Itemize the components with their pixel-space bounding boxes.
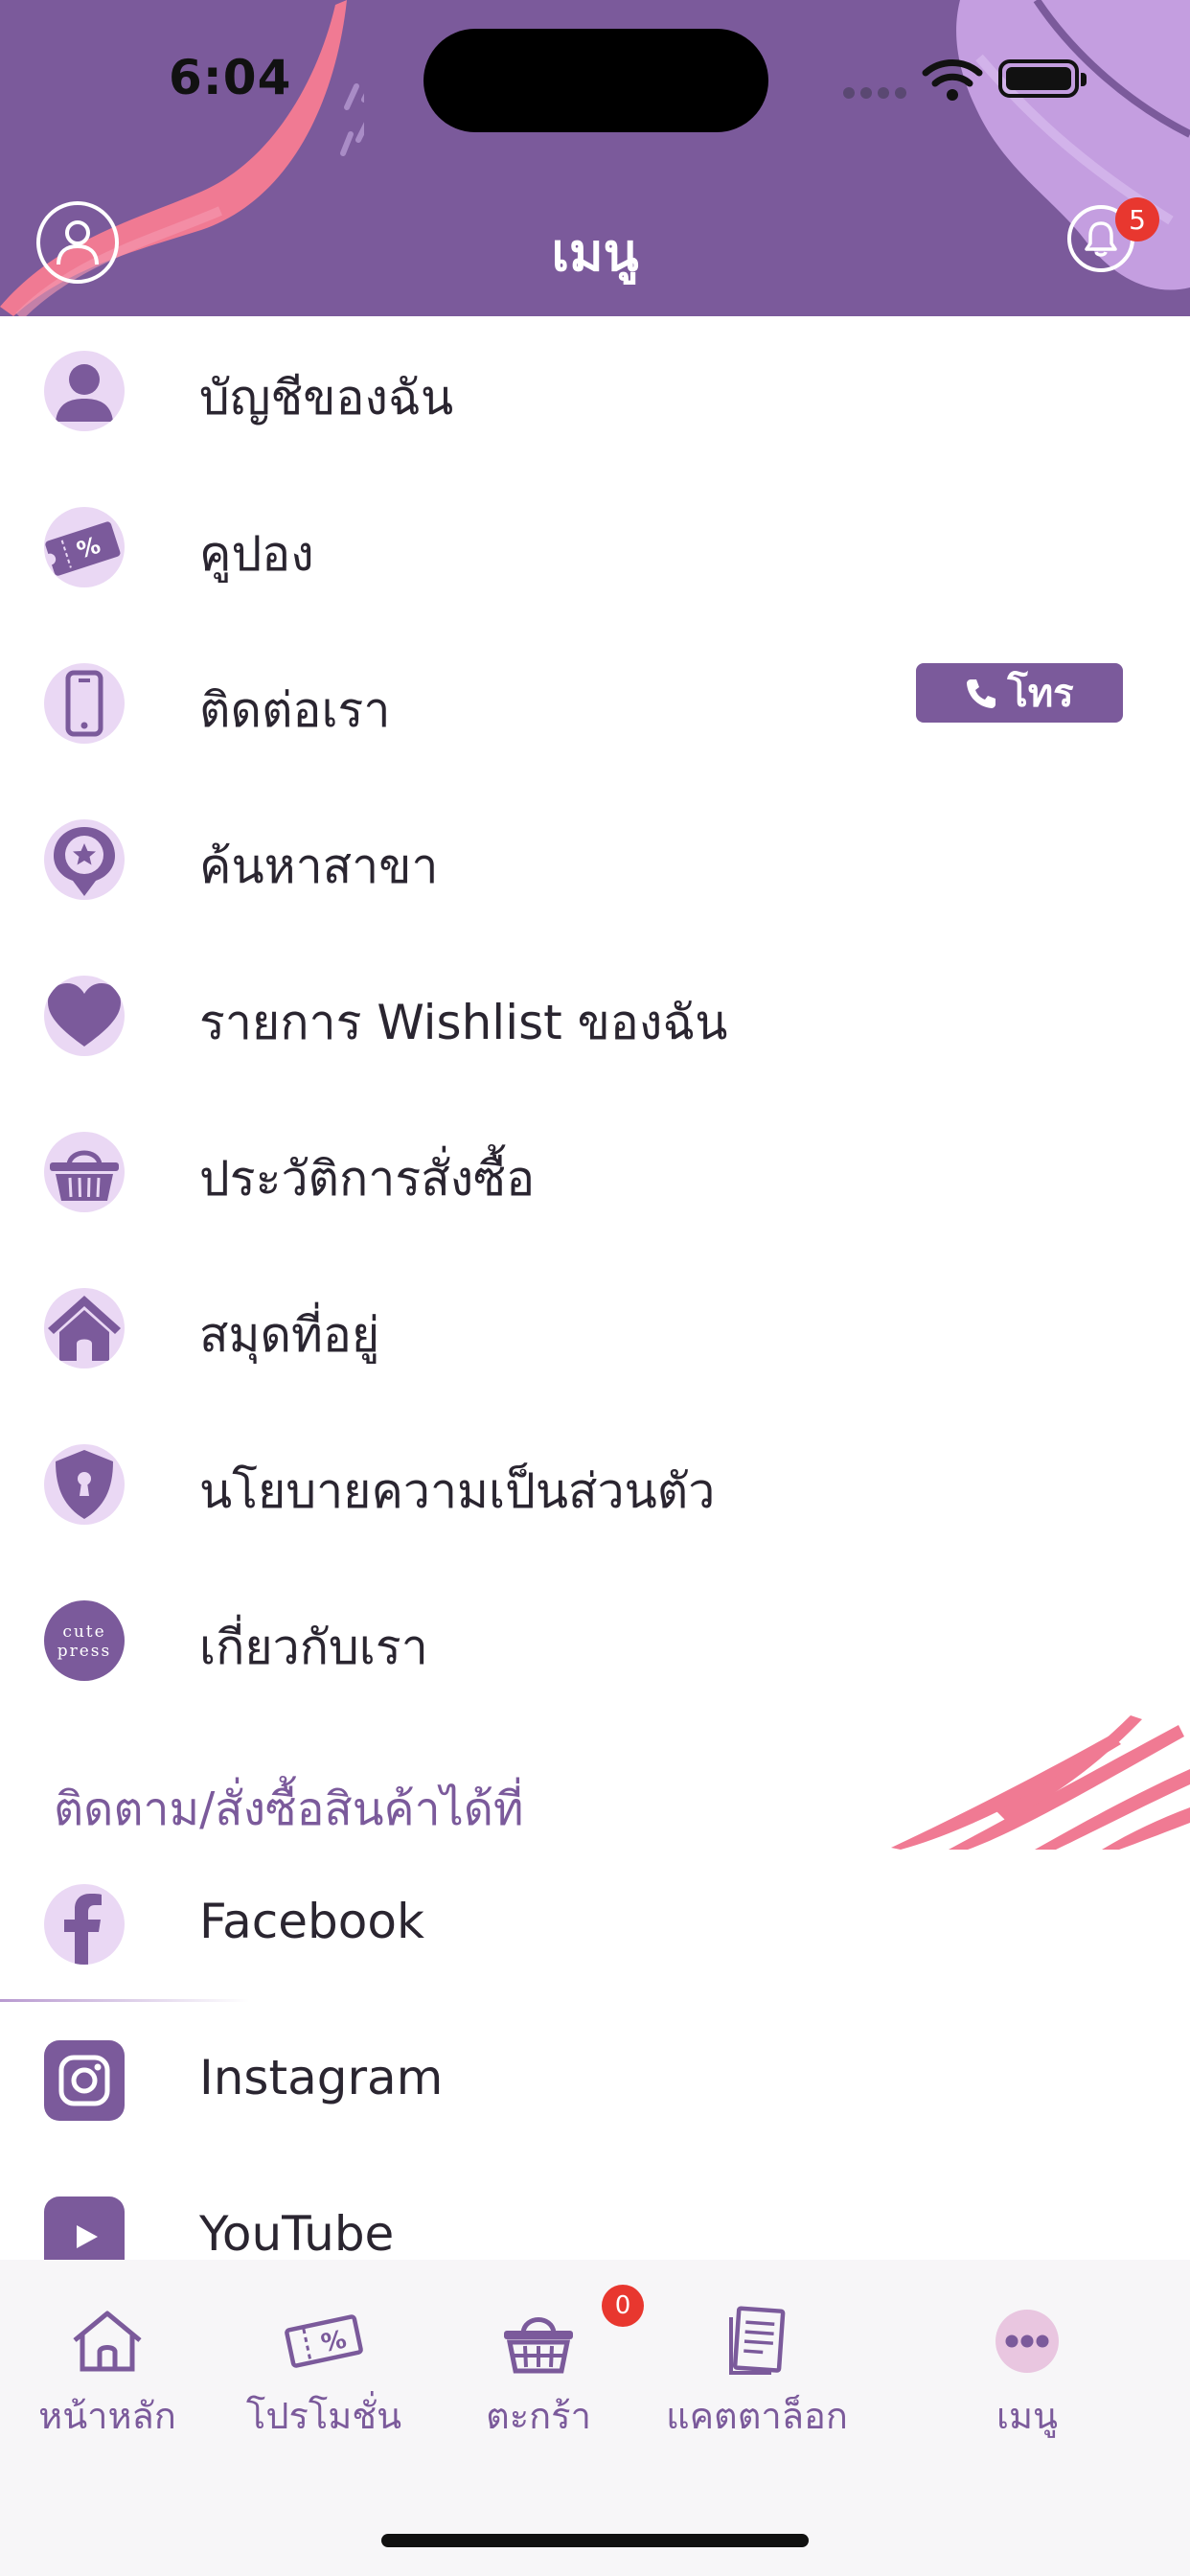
location-pin-icon bbox=[44, 819, 125, 900]
menu-item-label: ประวัติการสั่งซื้อ bbox=[199, 1151, 536, 1207]
menu-item-label: ติดต่อเรา bbox=[199, 682, 391, 738]
instagram-icon bbox=[44, 2040, 125, 2121]
menu-item-label: นโยบายความเป็นส่วนตัว bbox=[199, 1463, 716, 1519]
notification-badge: 5 bbox=[1115, 197, 1159, 242]
call-button-label: โทร bbox=[1007, 672, 1074, 716]
tab-home[interactable]: หน้าหลัก bbox=[11, 2298, 203, 2451]
social-section-title: ติดตาม/สั่งซื้อสินค้าได้ที่ bbox=[54, 1782, 524, 1836]
call-button[interactable]: โทร bbox=[916, 663, 1123, 723]
decorative-pink-brush-strokes bbox=[891, 1715, 1190, 1850]
menu-item-coupon[interactable]: % คูปอง bbox=[0, 471, 1190, 627]
menu-item-instagram[interactable]: Instagram bbox=[0, 2004, 1190, 2160]
menu-item-facebook[interactable]: Facebook bbox=[0, 1848, 1190, 2004]
battery-icon bbox=[998, 59, 1087, 98]
menu-item-label: รายการ Wishlist ของฉัน bbox=[199, 995, 728, 1050]
wifi-icon bbox=[922, 59, 983, 101]
phone-handset-icon bbox=[967, 679, 996, 708]
app-header: 6:04 เมนู 5 bbox=[0, 0, 1190, 316]
menu-item-order-history[interactable]: ประวัติการสั่งซื้อ bbox=[0, 1095, 1190, 1252]
bell-icon bbox=[1085, 221, 1117, 257]
more-dots-icon bbox=[979, 2298, 1075, 2384]
user-icon bbox=[44, 351, 125, 431]
menu-item-find-branch[interactable]: ค้นหาสาขา bbox=[0, 783, 1190, 939]
dynamic-island bbox=[423, 29, 768, 132]
phone-icon bbox=[44, 663, 125, 744]
menu-item-label: บัญชีของฉัน bbox=[199, 370, 454, 426]
menu-item-label: สมุดที่อยู่ bbox=[199, 1307, 380, 1363]
status-time: 6:04 bbox=[169, 50, 292, 105]
menu-item-my-account[interactable]: บัญชีของฉัน bbox=[0, 314, 1190, 471]
divider bbox=[0, 1999, 249, 2002]
menu-item-label: คูปอง bbox=[199, 526, 314, 582]
promotion-ticket-icon: % bbox=[276, 2298, 372, 2384]
menu-item-contact-us[interactable]: ติดต่อเรา โทร bbox=[0, 627, 1190, 783]
tab-cart[interactable]: 0 ตะกร้า bbox=[443, 2285, 644, 2451]
menu-item-label: ค้นหาสาขา bbox=[199, 839, 439, 894]
facebook-icon bbox=[44, 1884, 125, 1965]
menu-item-privacy-policy[interactable]: นโยบายความเป็นส่วนตัว bbox=[0, 1408, 1190, 1564]
house-icon bbox=[44, 1288, 125, 1368]
cute-press-logo: cute press bbox=[44, 1600, 125, 1681]
home-indicator bbox=[381, 2534, 809, 2547]
menu-item-label: Facebook bbox=[199, 1894, 424, 1949]
svg-text:%: % bbox=[319, 2325, 350, 2358]
menu-item-label: YouTube bbox=[199, 2206, 395, 2262]
tab-menu[interactable]: เมนู bbox=[931, 2298, 1123, 2451]
catalog-icon bbox=[709, 2298, 805, 2384]
svg-text:cute: cute bbox=[62, 1622, 105, 1642]
menu-item-label: เกี่ยวกับเรา bbox=[199, 1620, 428, 1675]
menu-item-about-us[interactable]: cute press เกี่ยวกับเรา bbox=[0, 1564, 1190, 1720]
home-icon bbox=[59, 2298, 155, 2384]
page-title: เมนู bbox=[551, 222, 639, 283]
basket-icon bbox=[44, 1132, 125, 1212]
cellular-signal-icon bbox=[843, 87, 906, 99]
coupon-icon: % bbox=[44, 507, 125, 587]
tab-label: เมนู bbox=[995, 2395, 1058, 2437]
heart-icon bbox=[44, 976, 125, 1056]
cart-icon: 0 bbox=[491, 2285, 644, 2384]
menu-item-label: Instagram bbox=[199, 2050, 444, 2105]
menu-item-address-book[interactable]: สมุดที่อยู่ bbox=[0, 1252, 1190, 1408]
tab-label: แคตตาล็อก bbox=[666, 2395, 848, 2437]
cart-count-badge: 0 bbox=[602, 2285, 644, 2327]
svg-text:press: press bbox=[57, 1642, 112, 1661]
bottom-tab-bar: หน้าหลัก % โปรโมชั่น 0 ตะกร้า แคตตาล็อก … bbox=[0, 2260, 1190, 2576]
tab-promotion[interactable]: % โปรโมชั่น bbox=[228, 2298, 420, 2451]
menu-item-wishlist[interactable]: รายการ Wishlist ของฉัน bbox=[0, 939, 1190, 1095]
tab-catalog[interactable]: แคตตาล็อก bbox=[661, 2298, 853, 2451]
shield-lock-icon bbox=[44, 1444, 125, 1525]
